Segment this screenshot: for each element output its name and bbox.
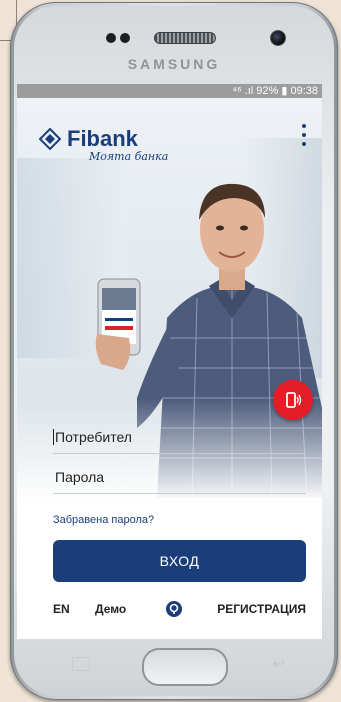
fibank-logo: Fibank <box>39 128 138 150</box>
register-link[interactable]: РЕГИСТРАЦИЯ <box>217 602 306 616</box>
front-camera <box>270 30 286 46</box>
login-button[interactable]: ВХОД <box>53 540 306 582</box>
footer-bar: EN Демо РЕГИСТРАЦИЯ <box>53 600 306 618</box>
location-button[interactable] <box>165 600 207 618</box>
logo-wordmark: Fibank <box>67 126 138 151</box>
forgot-password-link[interactable]: Забравена парола? <box>53 514 306 526</box>
password-input[interactable] <box>53 469 306 485</box>
back-key-icon[interactable]: ↩ <box>272 654 285 674</box>
menu-dot-icon <box>302 133 306 137</box>
mobile-signal-icon <box>286 392 302 408</box>
language-toggle[interactable]: EN <box>53 602 95 616</box>
username-input[interactable] <box>53 429 306 445</box>
text-caret <box>53 429 54 445</box>
password-field[interactable] <box>53 454 306 494</box>
sensor-dot <box>120 33 130 43</box>
menu-dot-icon <box>302 142 306 146</box>
overflow-menu-button[interactable] <box>299 124 309 146</box>
login-form: Забравена парола? ВХОД <box>53 414 306 582</box>
logo-subtitle: Моята банка <box>89 150 169 163</box>
sensor-dot <box>106 33 116 43</box>
recents-key-icon[interactable] <box>72 657 90 671</box>
sensor-dots <box>106 33 130 43</box>
menu-dot-icon <box>302 124 306 128</box>
home-button[interactable] <box>142 648 228 686</box>
fibank-logo-icon <box>39 128 61 150</box>
username-field[interactable] <box>53 414 306 454</box>
status-bar: ⁴⁶ .ıl 92% ▮ 09:38 <box>17 84 322 98</box>
app-screen: ⁴⁶ .ıl 92% ▮ 09:38 Fibank Моята банка По… <box>17 84 322 639</box>
location-pin-icon <box>166 601 182 617</box>
device-brand: SAMSUNG <box>127 56 221 72</box>
demo-link[interactable]: Демо <box>95 602 165 616</box>
earpiece-speaker <box>154 32 216 44</box>
hand-image <box>95 334 131 370</box>
